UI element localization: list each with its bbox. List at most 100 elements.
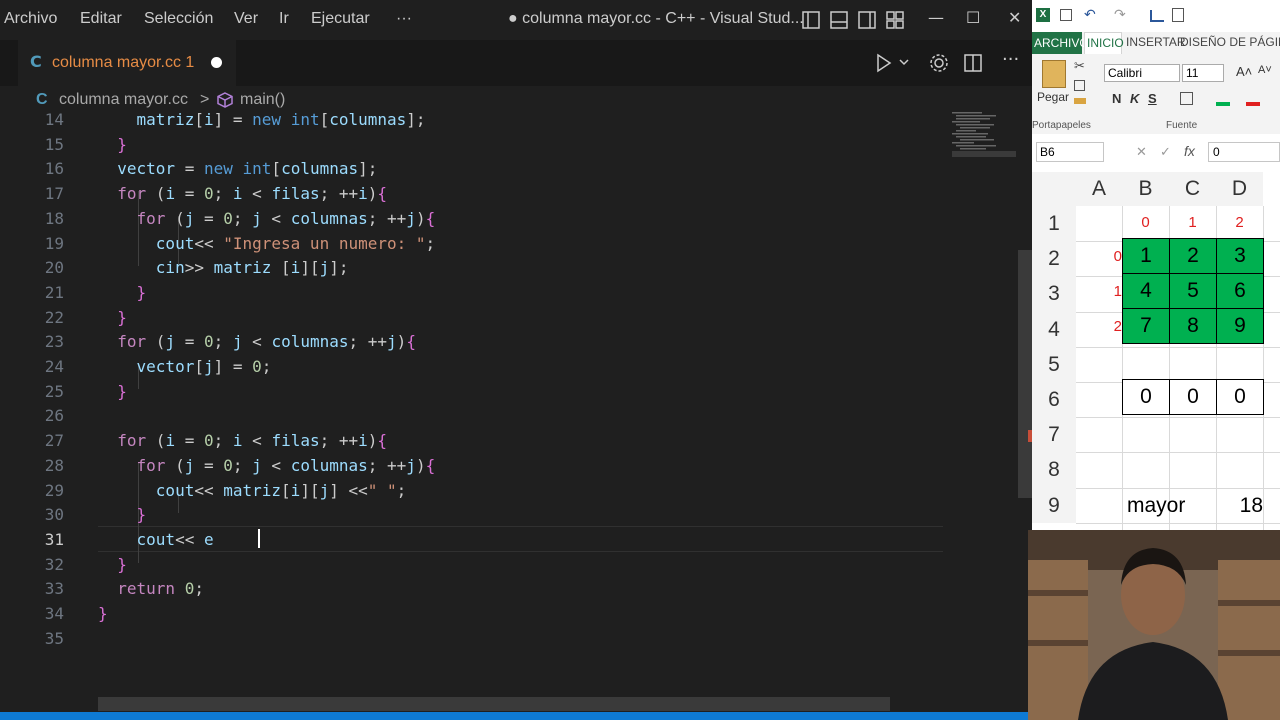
code-line[interactable]: cout<< e: [98, 530, 214, 549]
menu-ir[interactable]: Ir: [279, 10, 289, 28]
print-preview-icon[interactable]: [1172, 8, 1184, 22]
code-line[interactable]: cout<< matriz[i][j] <<" ";: [98, 481, 407, 500]
code-line[interactable]: }: [98, 283, 147, 302]
matrix-cell[interactable]: 1: [1122, 238, 1170, 274]
underline-button[interactable]: S: [1148, 91, 1157, 106]
tab-diseno-pagina[interactable]: DISEÑO DE PÁGIN: [1180, 35, 1280, 49]
column-header-a[interactable]: A: [1076, 172, 1122, 206]
code-line[interactable]: vector[j] = 0;: [98, 357, 272, 376]
undo-icon[interactable]: ↶: [1084, 6, 1096, 23]
decrease-font-icon[interactable]: A˅: [1258, 64, 1272, 76]
matrix-cell[interactable]: 3: [1216, 238, 1264, 274]
column-header-c[interactable]: C: [1169, 172, 1216, 206]
formula-bar[interactable]: 0: [1208, 142, 1280, 162]
tab-archivo[interactable]: ARCHIVO: [1032, 32, 1089, 54]
confirm-formula-icon[interactable]: ✓: [1160, 144, 1171, 160]
mayor-label[interactable]: mayor: [1122, 489, 1197, 523]
code-line[interactable]: for (j = 0; j < columnas; ++j){: [98, 209, 436, 228]
fill-color-icon[interactable]: [1216, 102, 1230, 106]
matrix-cell[interactable]: 9: [1216, 308, 1264, 344]
font-size-select[interactable]: 11: [1182, 64, 1224, 82]
split-editor-icon[interactable]: [962, 52, 984, 74]
matrix-cell[interactable]: 6: [1216, 273, 1264, 309]
code-line[interactable]: for (j = 0; j < columnas; ++j){: [98, 456, 436, 475]
code-line[interactable]: }: [98, 604, 108, 623]
row-header[interactable]: 6: [1032, 382, 1076, 418]
paste-icon[interactable]: [1042, 60, 1066, 88]
code-line[interactable]: }: [98, 382, 127, 401]
toggle-panel-icon[interactable]: [828, 9, 850, 31]
breadcrumb-file[interactable]: columna mayor.cc: [59, 91, 188, 109]
copy-icon[interactable]: [1074, 80, 1085, 91]
row-header[interactable]: 4: [1032, 311, 1076, 347]
font-color-icon[interactable]: [1246, 102, 1260, 106]
vector-cell[interactable]: 0: [1122, 379, 1170, 415]
more-actions-icon[interactable]: ···: [1002, 49, 1019, 70]
code-line[interactable]: }: [98, 308, 127, 327]
row-header[interactable]: 5: [1032, 346, 1076, 382]
code-editor[interactable]: 14 matriz[i] = new int[columnas]; 15 } 16 …: [0, 110, 1032, 710]
borders-icon[interactable]: [1180, 92, 1193, 105]
vector-cell[interactable]: 0: [1216, 379, 1264, 415]
redo-icon[interactable]: ↷: [1114, 6, 1126, 23]
row-header[interactable]: 3: [1032, 276, 1076, 312]
chart-icon[interactable]: [1150, 10, 1164, 22]
vertical-scrollbar[interactable]: [1018, 250, 1032, 498]
matrix-cell[interactable]: 2: [1169, 238, 1217, 274]
menu-ejecutar[interactable]: Ejecutar: [311, 10, 370, 28]
cancel-formula-icon[interactable]: ✕: [1136, 144, 1147, 160]
close-icon[interactable]: ✕: [1008, 8, 1021, 27]
row-header[interactable]: 9: [1032, 487, 1076, 523]
menu-seleccion[interactable]: Selección: [144, 10, 213, 28]
select-all-corner[interactable]: [1032, 172, 1076, 206]
menu-more[interactable]: ···: [396, 10, 412, 28]
code-line[interactable]: for (j = 0; j < columnas; ++j){: [98, 332, 416, 351]
row-header[interactable]: 7: [1032, 417, 1076, 453]
tab-columna-mayor[interactable]: C columna mayor.cc 1: [18, 40, 236, 86]
code-line[interactable]: for (i = 0; i < filas; ++i){: [98, 431, 387, 450]
code-line[interactable]: }: [98, 555, 127, 574]
row-header[interactable]: 8: [1032, 452, 1076, 488]
matrix-cell[interactable]: 5: [1169, 273, 1217, 309]
matrix-cell[interactable]: 4: [1122, 273, 1170, 309]
paste-label[interactable]: Pegar: [1037, 90, 1069, 104]
run-debug-icon[interactable]: [874, 52, 910, 74]
menu-editar[interactable]: Editar: [80, 10, 122, 28]
tab-insertar[interactable]: INSERTAR: [1126, 35, 1186, 49]
breadcrumb-symbol[interactable]: main(): [240, 91, 285, 109]
matrix-cell[interactable]: 7: [1122, 308, 1170, 344]
menu-archivo[interactable]: Archivo: [4, 10, 57, 28]
column-header-d[interactable]: D: [1216, 172, 1263, 206]
column-header-b[interactable]: B: [1122, 172, 1169, 206]
code-line[interactable]: }: [98, 505, 147, 524]
vector-cell[interactable]: 0: [1169, 379, 1217, 415]
code-line[interactable]: vector = new int[columnas];: [98, 159, 377, 178]
matrix-cell[interactable]: 8: [1169, 308, 1217, 344]
increase-font-icon[interactable]: A˄: [1236, 64, 1252, 79]
code-line[interactable]: }: [98, 135, 127, 154]
name-box[interactable]: B6: [1036, 142, 1104, 162]
row-header[interactable]: 1: [1032, 206, 1076, 242]
menu-ver[interactable]: Ver: [234, 10, 258, 28]
unsaved-dot-icon[interactable]: [211, 57, 222, 68]
horizontal-scrollbar[interactable]: [98, 697, 890, 711]
row-header[interactable]: 2: [1032, 241, 1076, 277]
mayor-value[interactable]: 18: [1216, 489, 1263, 523]
minimap[interactable]: [950, 110, 1020, 170]
tab-inicio[interactable]: INICIO: [1084, 32, 1124, 54]
code-line[interactable]: cin>> matriz [i][j];: [98, 258, 349, 277]
settings-gear-icon[interactable]: [928, 52, 950, 74]
format-painter-icon[interactable]: [1074, 98, 1086, 104]
minimize-icon[interactable]: —: [928, 8, 944, 27]
cut-icon[interactable]: ✂: [1074, 58, 1085, 74]
toggle-primary-sidebar-icon[interactable]: [800, 9, 822, 31]
code-line[interactable]: cout<< "Ingresa un numero: ";: [98, 234, 435, 253]
function-icon[interactable]: fx: [1184, 143, 1195, 159]
font-name-select[interactable]: Calibri: [1104, 64, 1180, 82]
toggle-secondary-sidebar-icon[interactable]: [856, 9, 878, 31]
code-line[interactable]: return 0;: [98, 579, 204, 598]
italic-button[interactable]: K: [1130, 91, 1139, 106]
maximize-icon[interactable]: ☐: [966, 8, 980, 27]
code-line[interactable]: for (i = 0; i < filas; ++i){: [98, 184, 387, 203]
customize-layout-icon[interactable]: [884, 9, 906, 31]
